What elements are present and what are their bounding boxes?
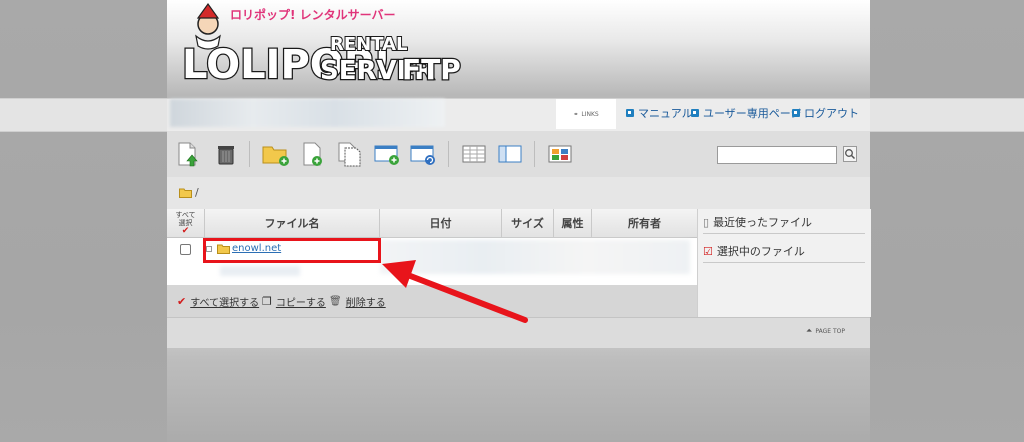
toolbar-separator (534, 141, 535, 167)
blurred-row-details (220, 266, 300, 276)
new-file-icon[interactable] (302, 141, 324, 167)
trash-icon[interactable] (215, 141, 237, 167)
window-add-icon[interactable] (374, 141, 400, 167)
copy-action[interactable]: ❐ コピーする (262, 294, 326, 309)
links-tab[interactable]: ⚭ LINKS (556, 99, 616, 129)
current-path[interactable]: / (195, 186, 199, 199)
checkmark-icon: ✔ (181, 225, 190, 236)
user-page-link[interactable]: ユーザー専用ページ (691, 105, 802, 121)
checked-file-icon: ☑ (703, 244, 713, 258)
arrow-up-icon: ⏶ (806, 326, 813, 335)
col-header-attr[interactable]: 属性 (554, 209, 592, 237)
col-header-filename[interactable]: ファイル名 (205, 209, 380, 237)
row-checkbox[interactable] (180, 244, 191, 255)
window-refresh-icon[interactable] (410, 141, 436, 167)
thumbnail-view-icon[interactable] (548, 141, 572, 167)
arrow-square-icon (691, 109, 699, 117)
toolbar-separator (448, 141, 449, 167)
manual-link[interactable]: マニュアル (626, 105, 693, 121)
col-header-owner[interactable]: 所有者 (592, 209, 697, 237)
file-icon: ▯ (703, 215, 710, 229)
trash-icon: 🗑 (329, 296, 342, 307)
checkmark-icon: ✔ (177, 295, 187, 308)
folder-icon (179, 188, 192, 198)
logo-badge: ロリポップ! レンタルサーバー (230, 7, 396, 22)
logout-link[interactable]: ログアウト (792, 105, 859, 121)
link-chain-icon: ⚭ (573, 110, 579, 118)
arrow-square-icon (792, 109, 800, 117)
page-top-link[interactable]: ⏶ PAGE TOP (806, 326, 845, 336)
upload-icon[interactable] (177, 141, 199, 167)
search-button-icon[interactable] (843, 146, 857, 162)
split-view-icon[interactable] (498, 141, 522, 167)
logo-rental: RENTAL (330, 34, 408, 55)
account-info-blurred (170, 99, 445, 127)
col-header-size[interactable]: サイズ (502, 209, 554, 237)
select-all-action[interactable]: ✔ すべて選択する (177, 294, 259, 309)
divider (703, 233, 865, 234)
selected-files[interactable]: ☑ 選択中のファイル (703, 243, 805, 259)
copy-icon: ❐ (262, 295, 272, 308)
path-bar (167, 177, 870, 209)
col-header-date[interactable]: 日付 (380, 209, 502, 237)
new-folder-icon[interactable] (262, 141, 290, 167)
highlight-box (203, 238, 381, 263)
search-input[interactable] (717, 146, 837, 164)
annotation-arrow (382, 260, 528, 323)
copy-file-icon[interactable] (337, 141, 363, 167)
toolbar-separator (249, 141, 250, 167)
list-view-icon[interactable] (462, 141, 486, 167)
arrow-square-icon (626, 109, 634, 117)
recent-files[interactable]: ▯ 最近使ったファイル (703, 214, 812, 230)
logo-ftp: FTP (402, 53, 461, 86)
select-all-header[interactable]: すべて 選択 ✔ (167, 209, 205, 237)
divider (703, 262, 865, 263)
lolipop-logo: ロリポップ! レンタルサーバー LOLIPOP! RENTAL SERVER F… (181, 2, 462, 89)
